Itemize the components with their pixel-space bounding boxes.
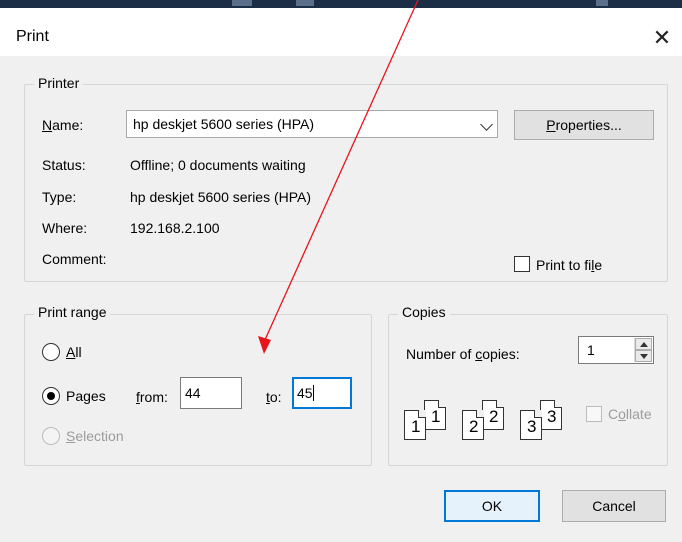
annotation-arrow-icon [258,0,419,354]
arrow-head [258,336,271,354]
arrow-line [263,0,419,343]
